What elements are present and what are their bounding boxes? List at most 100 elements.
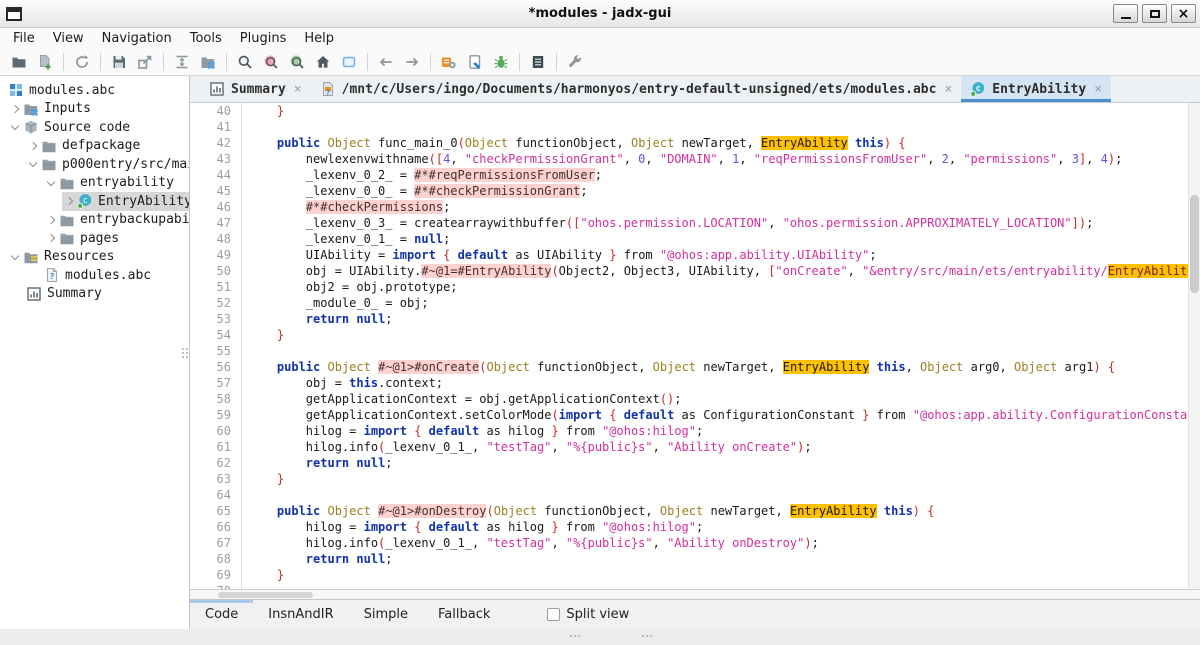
code-line: 66 hilog = import { default as hilog } f…: [190, 519, 1200, 535]
resize-grip[interactable]: [642, 635, 652, 637]
forward-button[interactable]: [399, 51, 425, 74]
menu-plugins[interactable]: Plugins: [231, 29, 296, 48]
svg-text:c: c: [83, 196, 88, 206]
deobfuscation-button[interactable]: [436, 51, 462, 74]
tree-item-inputs[interactable]: Inputs: [8, 100, 189, 119]
close-tab-icon[interactable]: ×: [1094, 82, 1102, 97]
code-line-text: newlexenvwithname([4, "checkPermissionGr…: [248, 152, 1123, 166]
line-number: 63: [190, 471, 242, 487]
summary-icon: [26, 286, 43, 302]
menu-file[interactable]: File: [4, 29, 44, 48]
tree-item-entryability[interactable]: entryability: [44, 174, 189, 193]
back-button[interactable]: [373, 51, 399, 74]
chevron-down-icon[interactable]: [8, 120, 23, 134]
resize-grip[interactable]: [570, 635, 580, 637]
splitter-grip[interactable]: [182, 348, 188, 358]
flat-packages-button[interactable]: [195, 51, 221, 74]
toolbar-separator: [430, 53, 431, 71]
tree-item-modules-abc[interactable]: modules.abc: [8, 81, 189, 100]
menu-tools[interactable]: Tools: [181, 29, 231, 48]
code-line: 59 getApplicationContext.setColorMode(im…: [190, 407, 1200, 423]
chevron-down-icon[interactable]: [44, 176, 59, 190]
menu-navigation[interactable]: Navigation: [93, 29, 181, 48]
horizontal-scrollbar-thumb[interactable]: [218, 592, 313, 598]
code-line-text: _lexenv_0_3_ = createarraywithbuffer(["o…: [248, 216, 1094, 230]
chevron-right-icon[interactable]: [44, 231, 59, 245]
chevron-right-icon[interactable]: [62, 194, 77, 208]
comment-search-button[interactable]: [284, 51, 310, 74]
bottom-tab-code[interactable]: Code: [190, 600, 253, 629]
close-tab-icon[interactable]: ×: [294, 82, 302, 97]
menu-help[interactable]: Help: [295, 29, 343, 48]
tree-item-resources[interactable]: Resources: [8, 248, 189, 267]
menu-view[interactable]: View: [44, 29, 93, 48]
bottom-tab-fallback[interactable]: Fallback: [423, 600, 505, 629]
chevron-right-icon[interactable]: [8, 102, 23, 116]
sync-icon: [174, 54, 190, 70]
tree-item-modules-abc[interactable]: ? modules.abc: [44, 266, 189, 285]
code-line: 45 _lexenv_0_0_ = #*#checkPermissionGran…: [190, 183, 1200, 199]
preferences-button[interactable]: [562, 51, 588, 74]
code-line-text: _lexenv_0_1_ = null;: [248, 232, 451, 246]
chevron-down-icon[interactable]: [26, 157, 41, 171]
code-line-text: _lexenv_0_0_ = #*#checkPermissionGrant;: [248, 184, 588, 198]
code-line-text: return null;: [305, 312, 393, 326]
code-lines: 40 } 41 42 public Object func_main_0(Objec…: [190, 103, 1200, 589]
line-number: 52: [190, 295, 242, 311]
class-search-button[interactable]: [258, 51, 284, 74]
line-number: 51: [190, 279, 242, 295]
log-viewer-button[interactable]: [525, 51, 551, 74]
bottom-tab-simple[interactable]: Simple: [349, 600, 423, 629]
main-activity-button[interactable]: [310, 51, 336, 74]
code-line-text: public Object #~@1>#onDestroy(Object fun…: [276, 504, 935, 518]
toolbar-separator: [367, 53, 368, 71]
tree-item-pages[interactable]: pages: [44, 229, 189, 248]
select-frame-icon: [341, 54, 357, 70]
folder-icon: [59, 230, 76, 246]
chevron-right-icon[interactable]: [44, 213, 59, 227]
add-files-icon: [37, 54, 53, 70]
reload-button[interactable]: [69, 51, 95, 74]
select-frame-button[interactable]: [336, 51, 362, 74]
code-line-text: #*#checkPermissions;: [305, 200, 451, 214]
split-view-toggle[interactable]: Split view: [547, 600, 629, 629]
open-files-button[interactable]: [6, 51, 32, 74]
chevron-down-icon[interactable]: [8, 250, 23, 264]
save-all-button[interactable]: [106, 51, 132, 74]
text-search-button[interactable]: [232, 51, 258, 74]
split-view-checkbox[interactable]: [547, 608, 561, 621]
tab-entryability[interactable]: c EntryAbility ×: [961, 76, 1112, 102]
vertical-scrollbar[interactable]: [1188, 103, 1200, 589]
code-editor[interactable]: 40 } 41 42 public Object func_main_0(Objec…: [190, 103, 1200, 589]
svg-text:?: ?: [326, 89, 330, 97]
code-line: 65 public Object #~@1>#onDestroy(Object …: [190, 503, 1200, 519]
export-button[interactable]: [132, 51, 158, 74]
tree-item-p000entry-src-main[interactable]: p000entry/src/main: [26, 155, 189, 174]
tree-item-label: entrybackupability: [80, 212, 189, 228]
tree-items: modules.abc Inputs Source code defpackage p0…: [0, 81, 189, 303]
code-line: 49 UIAbility = import { default as UIAbi…: [190, 247, 1200, 263]
code-line: 44 _lexenv_0_2_ = #*#reqPermissionsFromU…: [190, 167, 1200, 183]
tab-mnt-c-users-ingo-documents-harmonyos-ent[interactable]: ? /mnt/c/Users/ingo/Documents/harmonyos/e…: [311, 76, 962, 102]
bottom-tab-insnandir[interactable]: InsnAndIR: [253, 600, 348, 629]
horizontal-scrollbar[interactable]: [190, 589, 1200, 599]
tab-summary[interactable]: Summary ×: [200, 76, 311, 102]
code-line: 52 _module_0_ = obj;: [190, 295, 1200, 311]
add-files-button[interactable]: [32, 51, 58, 74]
tree-item-defpackage[interactable]: defpackage: [26, 137, 189, 156]
code-line: 48 _lexenv_0_1_ = null;: [190, 231, 1200, 247]
code-line: 69 }: [190, 567, 1200, 583]
code-line: 53 return null;: [190, 311, 1200, 327]
close-tab-icon[interactable]: ×: [944, 82, 952, 97]
chevron-right-icon[interactable]: [26, 139, 41, 153]
sync-button[interactable]: [169, 51, 195, 74]
debugger-button[interactable]: [488, 51, 514, 74]
vertical-scrollbar-thumb[interactable]: [1190, 195, 1199, 293]
tree-item-entrybackupability[interactable]: entrybackupability: [44, 211, 189, 230]
tree-item-entryability[interactable]: c EntryAbility: [62, 192, 189, 211]
tree-item-summary[interactable]: Summary: [26, 285, 189, 304]
tree-item-source-code[interactable]: Source code: [8, 118, 189, 137]
split-view-label: Split view: [566, 607, 630, 622]
code-line-text: UIAbility = import { default as UIAbilit…: [248, 248, 877, 262]
quark-button[interactable]: [462, 51, 488, 74]
